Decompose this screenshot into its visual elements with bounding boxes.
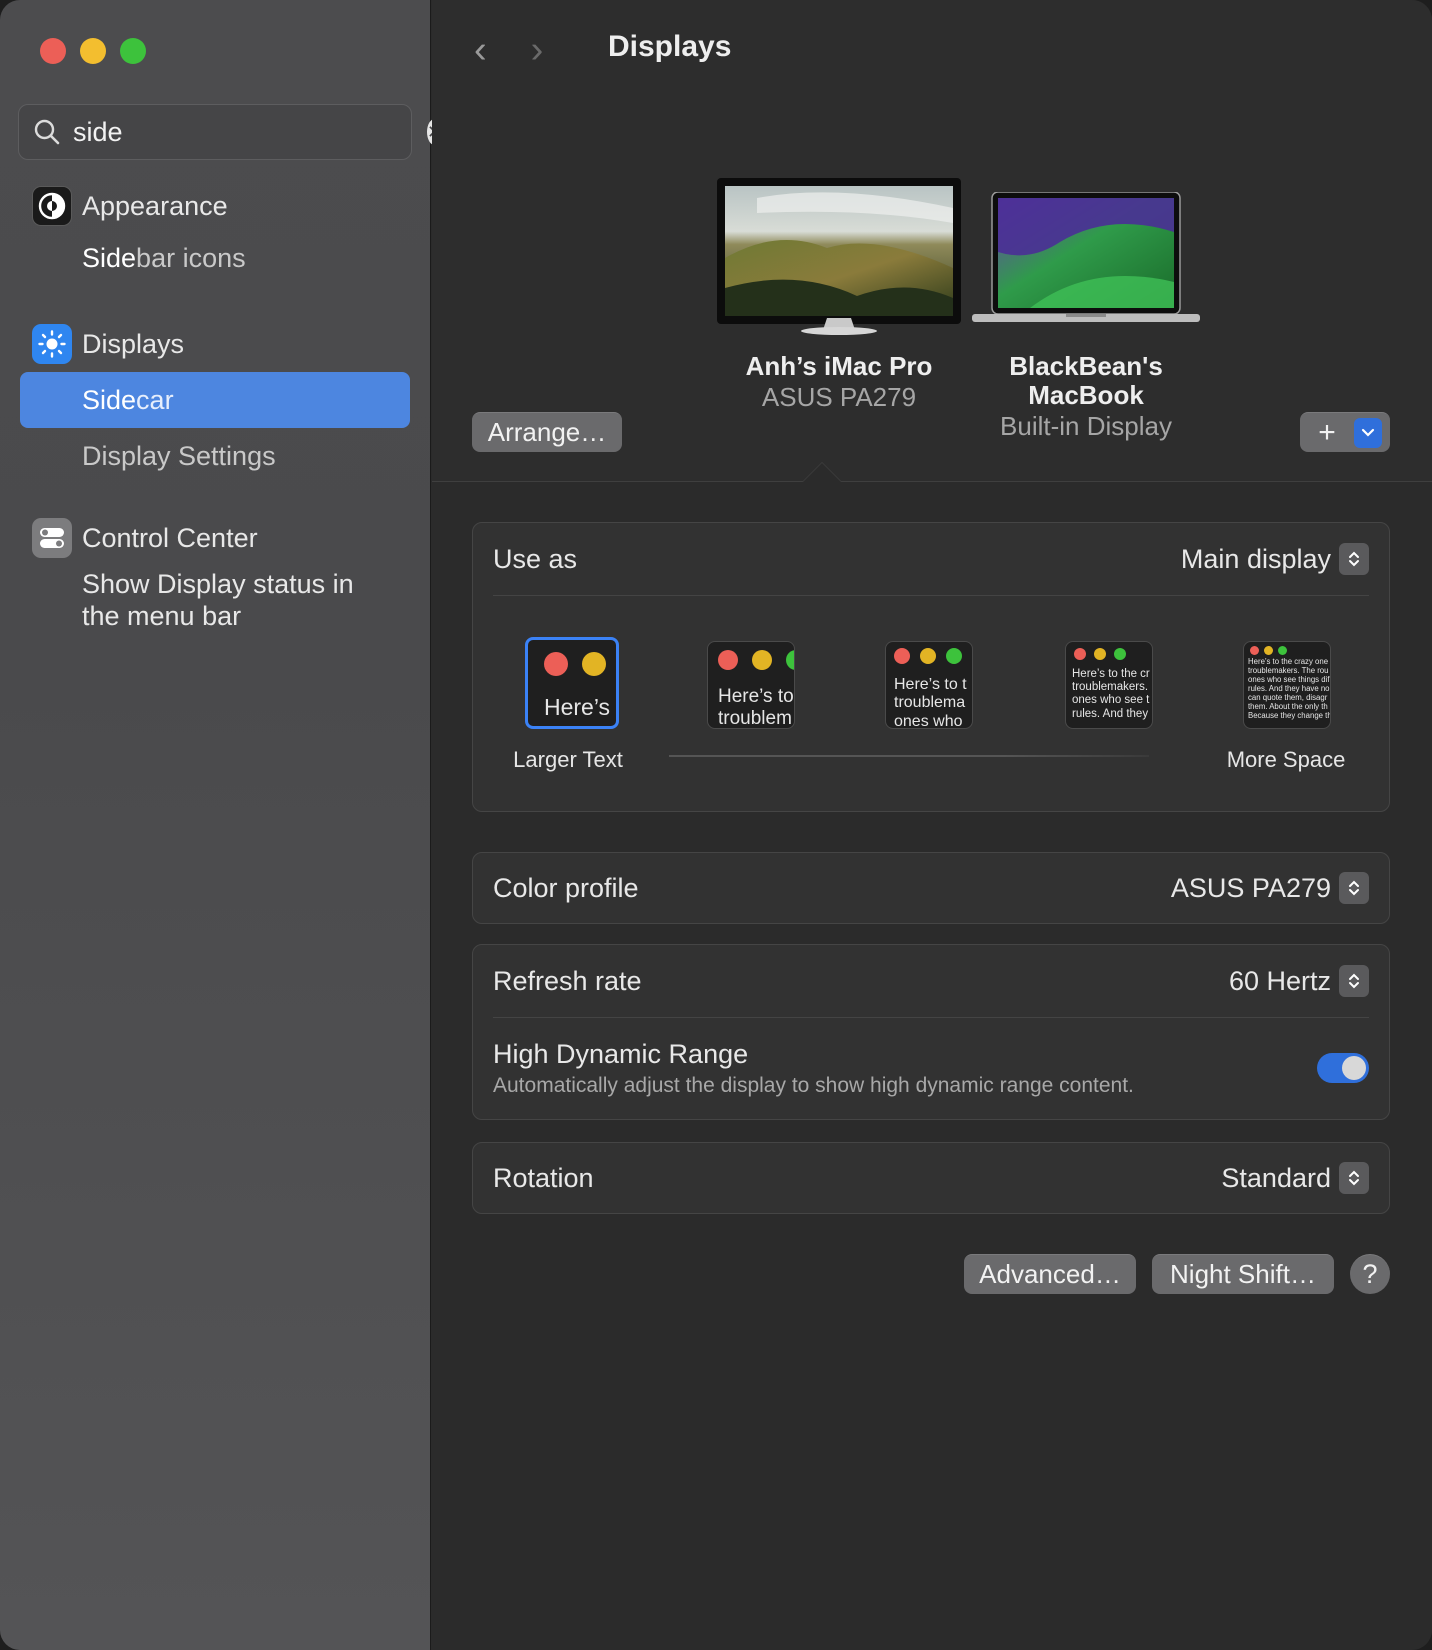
add-display-control[interactable]: + (1300, 412, 1390, 452)
sidebar-item-label: Displays (82, 328, 185, 359)
subitem-label: Show Display status in the menu bar (82, 569, 354, 631)
sidebar-item-label: Appearance (82, 190, 228, 221)
refresh-rate-popup[interactable]: 60 Hertz (1229, 965, 1369, 997)
display-name: BlackBean's MacBook (1009, 351, 1163, 410)
color-profile-row: Color profile ASUS PA279 (473, 853, 1389, 923)
sidebar: ✕ Appearance Sidebar icons (0, 0, 443, 1650)
display-label-imac: Anh’s iMac Pro ASUS PA279 (717, 352, 961, 413)
resolution-track[interactable] (669, 755, 1149, 757)
resolution-option[interactable]: Here’s to the crazy one troublemakers. T… (1243, 641, 1331, 729)
subitem-label-rest: car (136, 384, 174, 415)
sidebar-group-displays: Displays Side car Display Settings (20, 320, 410, 484)
resolution-option[interactable]: Here’s to t troublema ones who (885, 641, 973, 729)
popup-arrows-icon (1339, 872, 1369, 904)
sidebar-item-appearance[interactable]: Appearance (20, 182, 410, 230)
zoom-window-button[interactable] (120, 38, 146, 64)
arrange-button[interactable]: Arrange… (472, 412, 622, 452)
subitem-label-rest: bar icons (136, 242, 246, 273)
rotation-label: Rotation (493, 1162, 594, 1193)
hdr-label: High Dynamic Range (493, 1038, 749, 1069)
resolution-sample-text: Here’s to troublem (718, 686, 794, 729)
search-field[interactable]: ✕ (18, 104, 443, 160)
forward-arrow-icon[interactable]: › (531, 30, 544, 70)
sidebar-item-displays[interactable]: Displays (20, 320, 410, 368)
display-subtitle: ASUS PA279 (761, 382, 917, 412)
add-icon[interactable]: + (1300, 416, 1354, 450)
control-center-icon (32, 518, 72, 558)
popup-arrows-icon (1339, 1162, 1369, 1194)
page-title: Displays (608, 30, 732, 63)
window-controls (40, 38, 146, 64)
larger-text-label: Larger Text (513, 747, 623, 772)
resolution-sample-text: Here’s to t troublema ones who (894, 676, 967, 729)
close-window-button[interactable] (40, 38, 66, 64)
rotation-card: Rotation Standard (472, 1142, 1390, 1214)
subitem-label: Display Settings (82, 440, 276, 471)
sidebar-subitem-sidebar-icons[interactable]: Side bar icons (20, 230, 410, 286)
resolution-option[interactable]: Here’s to troublem (707, 641, 795, 729)
sun-icon (32, 324, 72, 364)
resolution-option[interactable]: Here’s to the cr troublemakers. ones who… (1065, 641, 1153, 729)
refresh-hdr-card: Refresh rate 60 Hertz High Dynamic Range… (472, 944, 1390, 1120)
hdr-toggle[interactable] (1317, 1053, 1369, 1083)
hdr-row: High Dynamic Range Automatically adjust … (473, 1018, 1389, 1118)
help-button[interactable]: ? (1350, 1254, 1390, 1294)
display-arrangement-area: ‹ › Displays Anh’s iMac Pro ASUS PA279 B… (432, 0, 1432, 482)
navigation-arrows: ‹ › (474, 30, 543, 70)
night-shift-button[interactable]: Night Shift… (1152, 1254, 1334, 1294)
popup-arrows-icon (1339, 543, 1369, 575)
minimize-window-button[interactable] (80, 38, 106, 64)
sidebar-subitem-sidecar[interactable]: Side car (20, 372, 410, 428)
refresh-rate-label: Refresh rate (493, 965, 642, 996)
divider (493, 595, 1369, 596)
use-as-popup[interactable]: Main display (1181, 543, 1369, 575)
use-as-card: Use as Main display Here’s Here’s to tro… (472, 522, 1390, 812)
sidebar-subitem-display-settings[interactable]: Display Settings (20, 428, 410, 484)
search-match-text: Side (82, 242, 137, 273)
use-as-label: Use as (493, 543, 578, 574)
main-pane: ‹ › Displays Anh’s iMac Pro ASUS PA279 B… (432, 0, 1432, 1650)
search-match-text: Side (82, 384, 137, 415)
rotation-value: Standard (1221, 1162, 1331, 1193)
resolution-sample-text: Here’s (544, 694, 611, 720)
imac-monitor-thumbnail[interactable] (717, 178, 961, 336)
search-input[interactable] (73, 116, 427, 148)
refresh-rate-row: Refresh rate 60 Hertz (473, 945, 1389, 1017)
display-label-macbook: BlackBean's MacBook Built-in Display (970, 352, 1202, 442)
display-subtitle: Built-in Display (1000, 411, 1172, 441)
color-profile-popup[interactable]: ASUS PA279 (1171, 872, 1369, 904)
resolution-sample-text: Here’s to the crazy one troublemakers. T… (1248, 657, 1330, 720)
selection-pointer (802, 462, 842, 482)
rotation-popup[interactable]: Standard (1221, 1162, 1369, 1194)
display-name: Anh’s iMac Pro (745, 351, 933, 381)
color-profile-label: Color profile (493, 872, 639, 903)
more-space-label: More Space (1226, 747, 1346, 772)
use-as-row: Use as Main display (473, 523, 1389, 595)
hdr-description: Automatically adjust the display to show… (493, 1073, 1134, 1097)
hdr-text: High Dynamic Range Automatically adjust … (493, 1039, 1134, 1098)
macbook-thumbnail[interactable] (970, 192, 1202, 332)
resolution-sample-text: Here’s to the cr troublemakers. ones who… (1072, 668, 1150, 720)
color-profile-value: ASUS PA279 (1170, 872, 1331, 903)
settings-window: ✕ Appearance Sidebar icons (0, 0, 1432, 1650)
resolution-option[interactable]: Here’s (525, 637, 619, 729)
chevron-down-icon[interactable] (1354, 417, 1382, 448)
sidebar-subitem-show-display-status[interactable]: Show Display status in the menu bar (20, 562, 360, 632)
popup-arrows-icon (1339, 965, 1369, 997)
sidebar-item-label: Control Center (82, 522, 258, 553)
advanced-button[interactable]: Advanced… (964, 1254, 1136, 1294)
sidebar-item-control-center[interactable]: Control Center (20, 514, 410, 562)
appearance-icon (32, 186, 72, 226)
search-icon (34, 119, 60, 145)
use-as-value: Main display (1180, 543, 1331, 574)
sidebar-group-appearance: Appearance Side bar icons (20, 182, 410, 286)
sidebar-group-control-center: Control Center Show Display status in th… (20, 514, 410, 632)
rotation-row: Rotation Standard (473, 1143, 1389, 1213)
back-arrow-icon[interactable]: ‹ (474, 30, 487, 70)
refresh-rate-value: 60 Hertz (1228, 965, 1331, 996)
color-profile-card: Color profile ASUS PA279 (472, 852, 1390, 924)
